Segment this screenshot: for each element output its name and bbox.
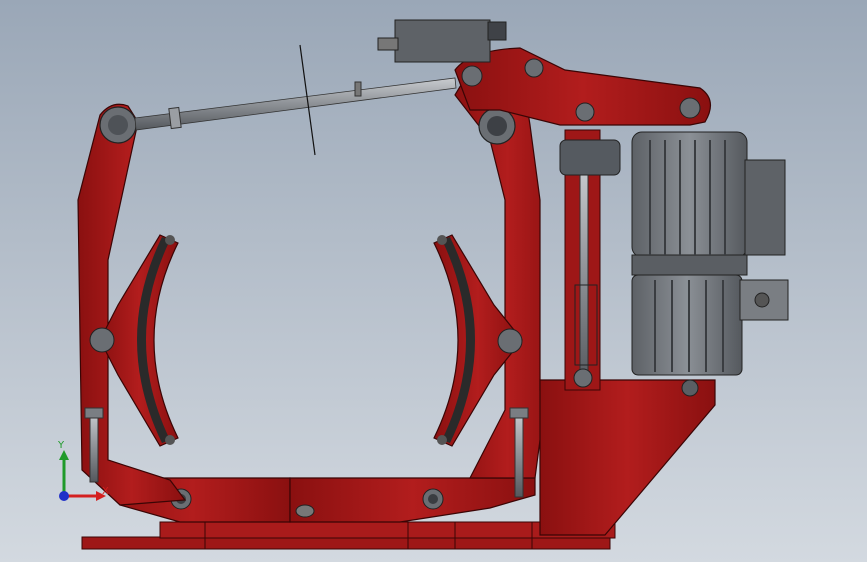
y-axis-label: Y <box>58 440 65 451</box>
brake-assembly-model <box>0 0 867 562</box>
x-axis-label: X <box>102 486 109 497</box>
base-plate <box>81 521 616 550</box>
z-axis-dot <box>59 491 69 501</box>
coordinate-triad: Y X <box>50 440 120 510</box>
y-axis-arrowhead <box>59 450 69 460</box>
cad-viewport[interactable]: Y X <box>0 0 867 562</box>
limit-switch <box>377 19 507 63</box>
